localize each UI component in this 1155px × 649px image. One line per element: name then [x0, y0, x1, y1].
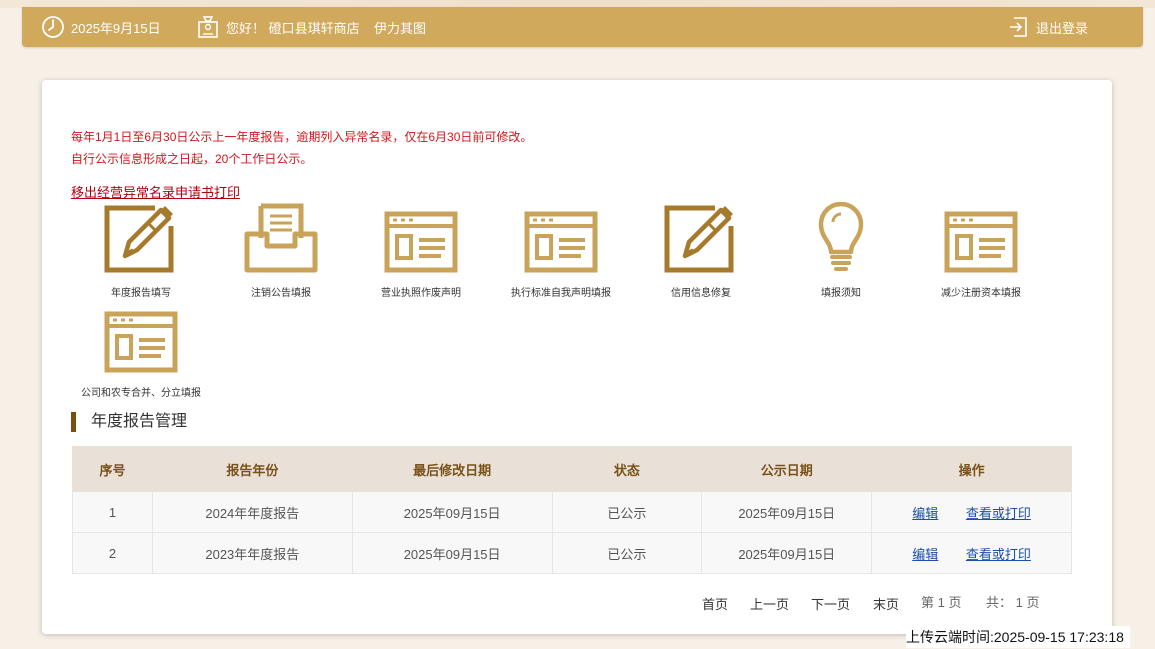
col-header-status: 状态	[551, 446, 703, 492]
region-text[interactable]: 伊力其图	[374, 18, 426, 37]
cell-actions: 编辑 查看或打印	[871, 491, 1072, 533]
tile-label: 执行标准自我声明填报	[511, 288, 611, 299]
edit-pencil-icon	[631, 202, 771, 274]
tile-label: 公司和农专合并、分立填报	[81, 388, 201, 399]
cell-actions: 编辑 查看或打印	[871, 532, 1072, 574]
table-row: 2 2023年年度报告 2025年09月15日 已公示 2025年09月15日 …	[72, 532, 1072, 574]
notice-line-2: 自行公示信息形成之日起，20个工作日公示。	[71, 152, 313, 166]
cell-status: 已公示	[551, 532, 703, 574]
logout-icon	[1008, 15, 1030, 39]
user-badge-icon	[197, 15, 219, 39]
cell-modified: 2025年09月15日	[351, 491, 553, 533]
date-text: 2025年9月15日	[71, 20, 161, 36]
upload-timestamp: 上传云端时间:2025-09-15 17:23:18	[906, 626, 1130, 648]
top-bar: 2025年9月15日 您好！ 磴口县琪轩商店 伊力其图 退出登录	[22, 7, 1143, 47]
tile-capital-reduction[interactable]: 减少注册资本填报	[911, 202, 1051, 299]
cell-published: 2025年09月15日	[701, 491, 873, 533]
tile-label: 注销公告填报	[251, 288, 311, 299]
tile-standard-declaration[interactable]: 执行标准自我声明填报	[491, 202, 631, 299]
main-card: 每年1月1日至6月30日公示上一年度报告，逾期列入异常名录，仅在6月30日前可修…	[42, 80, 1112, 634]
view-print-link[interactable]: 查看或打印	[966, 547, 1031, 562]
tile-deregistration-notice[interactable]: 注销公告填报	[211, 202, 351, 299]
document-form-icon	[911, 202, 1051, 274]
cell-year: 2023年年度报告	[151, 532, 353, 574]
cell-no: 2	[72, 532, 153, 574]
edit-pencil-icon	[71, 202, 211, 274]
user-greeting: 您好！ 磴口县琪轩商店	[197, 7, 360, 47]
cell-year: 2024年年度报告	[151, 491, 353, 533]
inbox-tray-icon	[211, 202, 351, 274]
pager-page-info: 第 1 页	[921, 595, 962, 610]
document-form-icon	[491, 202, 631, 274]
tile-license-void[interactable]: 营业执照作废声明	[351, 202, 491, 299]
pager-last[interactable]: 末页	[873, 594, 899, 613]
section-title: 年度报告管理	[71, 412, 187, 432]
tile-credit-repair[interactable]: 信用信息修复	[631, 202, 771, 299]
edit-link[interactable]: 编辑	[912, 547, 938, 562]
table-row: 1 2024年年度报告 2025年09月15日 已公示 2025年09月15日 …	[72, 491, 1072, 533]
document-form-icon	[71, 302, 211, 374]
tile-label: 减少注册资本填报	[941, 288, 1021, 299]
pager-next[interactable]: 下一页	[811, 594, 850, 613]
col-header-actions: 操作	[871, 446, 1072, 492]
notice-line-1: 每年1月1日至6月30日公示上一年度报告，逾期列入异常名录，仅在6月30日前可修…	[71, 130, 533, 144]
tile-label: 填报须知	[821, 288, 861, 299]
apply-removal-link[interactable]: 移出经营异常名录申请书打印	[71, 182, 240, 201]
logout-label[interactable]: 退出登录	[1036, 18, 1088, 37]
edit-link[interactable]: 编辑	[912, 506, 938, 521]
cell-published: 2025年09月15日	[701, 532, 873, 574]
lightbulb-icon	[771, 202, 911, 274]
pager-first[interactable]: 首页	[702, 594, 728, 613]
document-form-icon	[351, 202, 491, 274]
logout-button[interactable]: 退出登录	[1008, 7, 1088, 47]
view-print-link[interactable]: 查看或打印	[966, 506, 1031, 521]
tile-label: 年度报告填写	[111, 288, 171, 299]
col-header-year: 报告年份	[151, 446, 353, 492]
col-header-modified: 最后修改日期	[351, 446, 553, 492]
notice-block: 每年1月1日至6月30日公示上一年度报告，逾期列入异常名录，仅在6月30日前可修…	[71, 126, 532, 170]
annual-report-table: 序号 报告年份 最后修改日期 状态 公示日期 操作 1 2024年年度报告 20…	[72, 446, 1072, 574]
date-display: 2025年9月15日	[41, 7, 161, 47]
greeting-text: 您好！ 磴口县琪轩商店	[226, 20, 360, 36]
region-label[interactable]: 伊力其图	[374, 7, 426, 47]
tile-annual-report[interactable]: 年度报告填写	[71, 202, 211, 299]
cell-modified: 2025年09月15日	[351, 532, 553, 574]
tile-label: 营业执照作废声明	[381, 288, 461, 299]
tile-filing-notes[interactable]: 填报须知	[771, 202, 911, 299]
cell-no: 1	[72, 491, 153, 533]
table-header-row: 序号 报告年份 最后修改日期 状态 公示日期 操作	[72, 446, 1072, 492]
clock-icon	[41, 15, 65, 39]
col-header-no: 序号	[72, 446, 153, 492]
pager-prev[interactable]: 上一页	[750, 594, 789, 613]
pager-total-info: 共： 1 页	[986, 595, 1040, 610]
tile-label: 信用信息修复	[671, 288, 731, 299]
tile-merger-split[interactable]: 公司和农专合并、分立填报	[71, 302, 211, 399]
cell-status: 已公示	[551, 491, 703, 533]
col-header-published: 公示日期	[701, 446, 873, 492]
